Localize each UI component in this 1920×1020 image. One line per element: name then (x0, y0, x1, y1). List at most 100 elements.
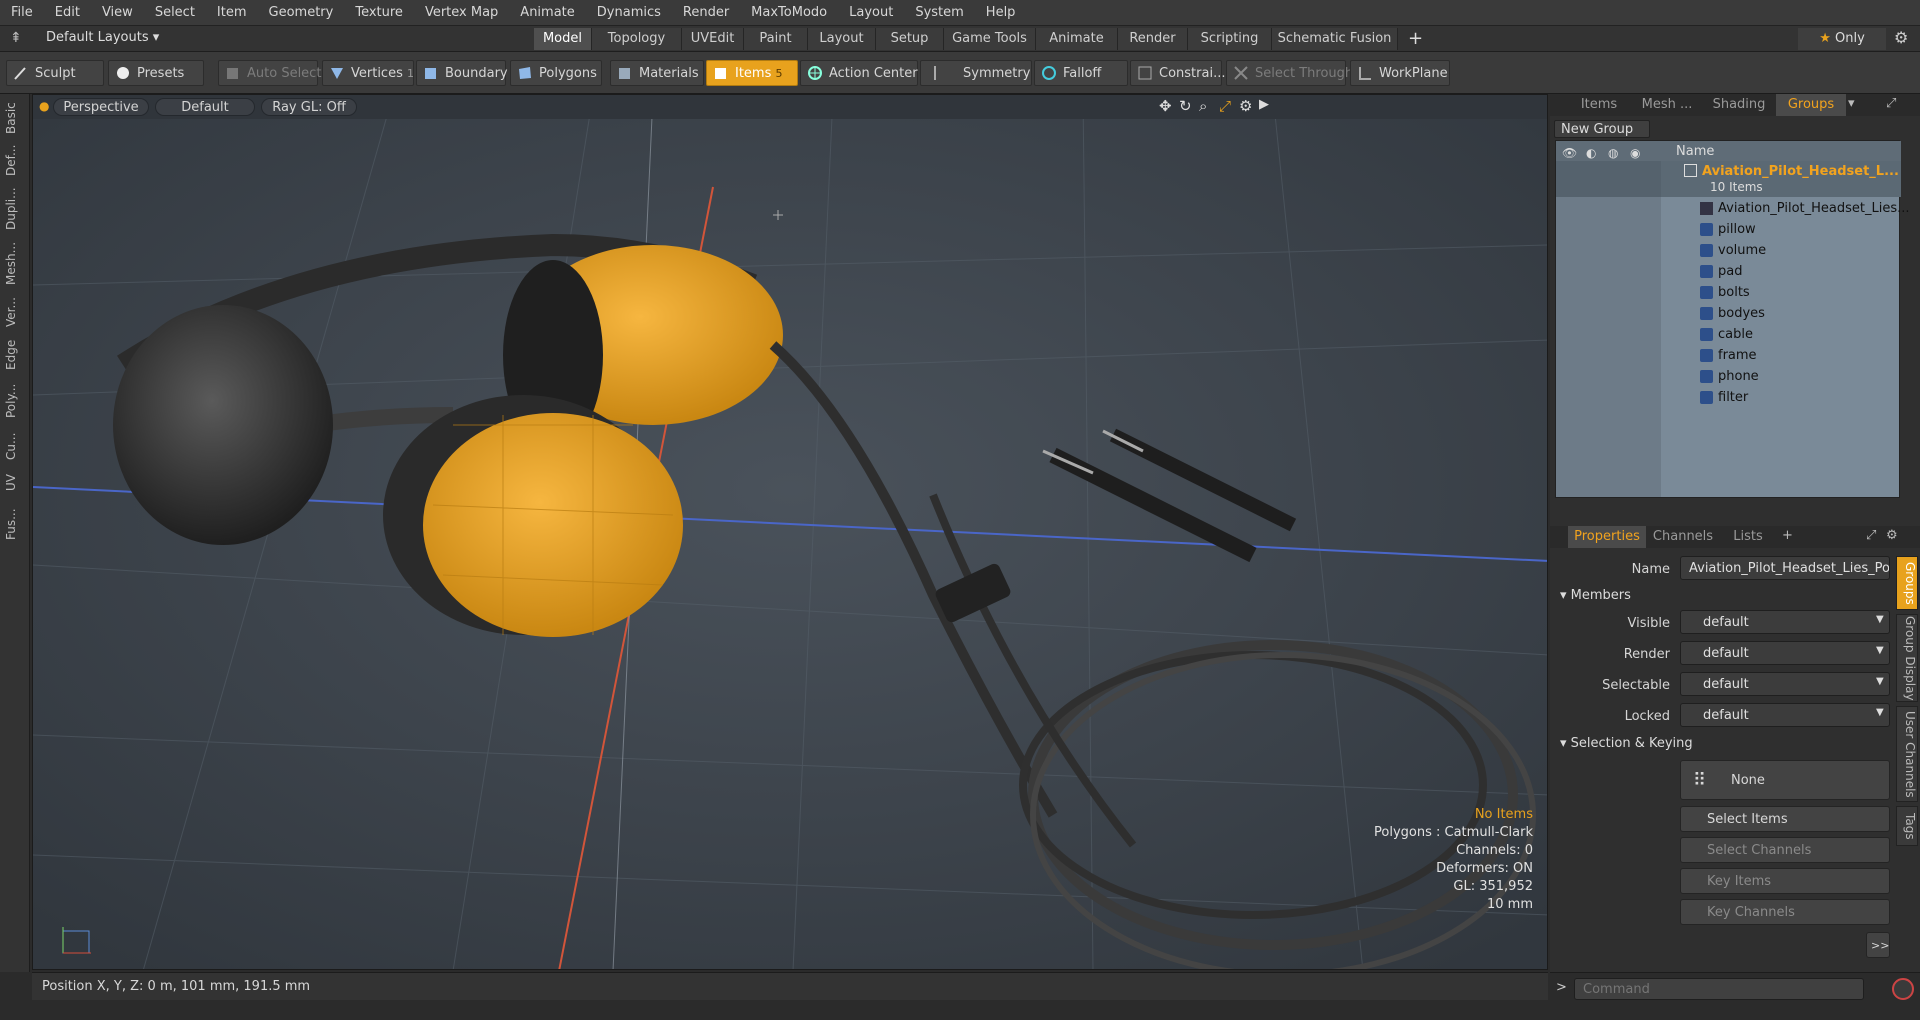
tab-items[interactable]: Items (1568, 94, 1630, 116)
materials-button[interactable]: Materials (610, 60, 704, 86)
falloff-button[interactable]: Falloff (1034, 60, 1128, 86)
rotate-icon[interactable]: ↻ (1179, 97, 1192, 115)
selection-keying-section[interactable]: ▾ Selection & Keying (1560, 736, 1693, 751)
tab-topology[interactable]: Topology (592, 28, 682, 50)
constraints-button[interactable]: Constrai... (1130, 60, 1225, 86)
tab-setup[interactable]: Setup (876, 28, 944, 50)
tab-scripting[interactable]: Scripting (1188, 28, 1272, 50)
auto-select-button[interactable]: Auto Select (218, 60, 321, 86)
none-button[interactable]: ⠿ None (1680, 760, 1890, 800)
viewport-arrow-icon[interactable]: ▶ (1259, 97, 1269, 112)
fit-icon[interactable]: ⤢ (1219, 97, 1231, 115)
add-tab-icon[interactable]: + (1782, 528, 1793, 543)
key-items-button[interactable]: Key Items (1680, 868, 1890, 894)
left-tab-basic[interactable]: Basic (4, 100, 26, 136)
name-field[interactable]: Aviation_Pilot_Headset_Lies_Pos (1680, 556, 1890, 580)
tab-schematic-fusion[interactable]: Schematic Fusion (1272, 28, 1398, 50)
3d-viewport[interactable]: ● Perspective Default Ray GL: Off ✥ ↻ ⌕ … (32, 94, 1548, 970)
menu-geometry[interactable]: Geometry (258, 0, 345, 26)
list-item[interactable]: pad (1556, 261, 1901, 282)
select-items-button[interactable]: Select Items (1680, 806, 1890, 832)
menu-file[interactable]: File (0, 0, 44, 26)
menu-render[interactable]: Render (672, 0, 740, 26)
left-tab-duplicate[interactable]: Dupli... (4, 184, 26, 234)
select-through-button[interactable]: Select Through (1226, 60, 1353, 86)
left-tab-fusion[interactable]: Fus... (4, 502, 26, 546)
list-item[interactable]: filter (1556, 387, 1901, 408)
tab-uvedit[interactable]: UVEdit (682, 28, 744, 50)
layout-selector[interactable]: Default Layouts ▾ (46, 30, 159, 45)
select-channels-button[interactable]: Select Channels (1680, 837, 1890, 863)
list-item[interactable]: frame (1556, 345, 1901, 366)
action-center-button[interactable]: Action Center (800, 60, 918, 86)
visible-dropdown[interactable]: default (1680, 610, 1890, 634)
menu-animate[interactable]: Animate (509, 0, 585, 26)
polygons-button[interactable]: Polygons (510, 60, 602, 86)
menu-vertex-map[interactable]: Vertex Map (414, 0, 509, 26)
tab-render[interactable]: Render (1118, 28, 1188, 50)
side-tab-user-channels[interactable]: User Channels (1896, 706, 1918, 802)
side-tab-groups[interactable]: Groups (1896, 556, 1918, 610)
layout-expand-icon[interactable]: ⇞ (10, 30, 22, 46)
list-item[interactable]: cable (1556, 324, 1901, 345)
shading-button[interactable]: Default (155, 98, 255, 116)
locked-dropdown[interactable]: default (1680, 703, 1890, 727)
only-toggle[interactable]: ★ Only (1798, 28, 1886, 50)
list-item[interactable]: Aviation_Pilot_Headset_Lies... (1556, 198, 1910, 219)
viewport-gear-icon[interactable]: ⚙ (1239, 97, 1252, 115)
workplane-button[interactable]: WorkPlane (1350, 60, 1450, 86)
menu-view[interactable]: View (91, 0, 144, 26)
props-gear-icon[interactable]: ⚙ (1886, 528, 1898, 543)
symmetry-button[interactable]: Symmetry (920, 60, 1032, 86)
left-tab-uv[interactable]: UV (4, 468, 26, 498)
left-tab-vertex[interactable]: Ver... (4, 292, 26, 332)
left-tab-curve[interactable]: Cu... (4, 428, 26, 464)
boundary-button[interactable]: Boundary (416, 60, 508, 86)
viewport-menu-dot[interactable]: ● (39, 99, 49, 113)
new-group-button[interactable]: New Group (1554, 120, 1650, 138)
menu-help[interactable]: Help (975, 0, 1027, 26)
raygl-button[interactable]: Ray GL: Off (261, 98, 357, 116)
render-dropdown[interactable]: default (1680, 641, 1890, 665)
pan-icon[interactable]: ✥ (1159, 97, 1172, 115)
left-tab-polygon[interactable]: Poly... (4, 378, 26, 424)
list-item[interactable]: volume (1556, 240, 1901, 261)
tab-paint[interactable]: Paint (744, 28, 808, 50)
menu-texture[interactable]: Texture (344, 0, 414, 26)
selectable-dropdown[interactable]: default (1680, 672, 1890, 696)
menu-system[interactable]: System (904, 0, 974, 26)
menu-edit[interactable]: Edit (44, 0, 91, 26)
items-button[interactable]: Items 5 (706, 60, 798, 86)
left-tab-deform[interactable]: Def... (4, 140, 26, 180)
menu-select[interactable]: Select (144, 0, 206, 26)
group-row[interactable]: Aviation_Pilot_Headset_L... 10 Items (1556, 161, 1901, 197)
menu-maxtomodo[interactable]: MaxToModo (740, 0, 838, 26)
tab-game-tools[interactable]: Game Tools (944, 28, 1036, 50)
tab-lists[interactable]: Lists (1720, 526, 1776, 548)
tab-shading[interactable]: Shading (1704, 94, 1774, 116)
tab-model[interactable]: Model (534, 28, 592, 50)
tab-groups[interactable]: Groups (1776, 94, 1846, 116)
more-button[interactable]: >> (1866, 932, 1890, 958)
tab-properties[interactable]: Properties (1568, 526, 1646, 548)
vertices-button[interactable]: Vertices 1 (322, 60, 414, 86)
panel-dropdown-icon[interactable]: ▾ (1848, 96, 1855, 111)
left-tab-mesh[interactable]: Mesh... (4, 238, 26, 288)
view-mode-button[interactable]: Perspective (53, 98, 149, 116)
presets-button[interactable]: Presets (108, 60, 204, 86)
record-icon[interactable] (1892, 978, 1914, 1000)
left-tab-edge[interactable]: Edge (4, 336, 26, 374)
tab-animate[interactable]: Animate (1036, 28, 1118, 50)
menu-layout[interactable]: Layout (838, 0, 904, 26)
name-column-header[interactable]: Name (1676, 141, 1714, 162)
panel-expand-icon[interactable]: ⤢ (1886, 96, 1896, 111)
gear-icon[interactable]: ⚙ (1894, 28, 1908, 47)
tab-channels[interactable]: Channels (1648, 526, 1718, 548)
side-tab-tags[interactable]: Tags (1896, 806, 1918, 846)
list-item[interactable]: bodyes (1556, 303, 1901, 324)
list-item[interactable]: phone (1556, 366, 1901, 387)
menu-dynamics[interactable]: Dynamics (586, 0, 672, 26)
list-item[interactable]: bolts (1556, 282, 1901, 303)
list-item[interactable]: pillow (1556, 219, 1901, 240)
command-input[interactable] (1574, 978, 1864, 1000)
